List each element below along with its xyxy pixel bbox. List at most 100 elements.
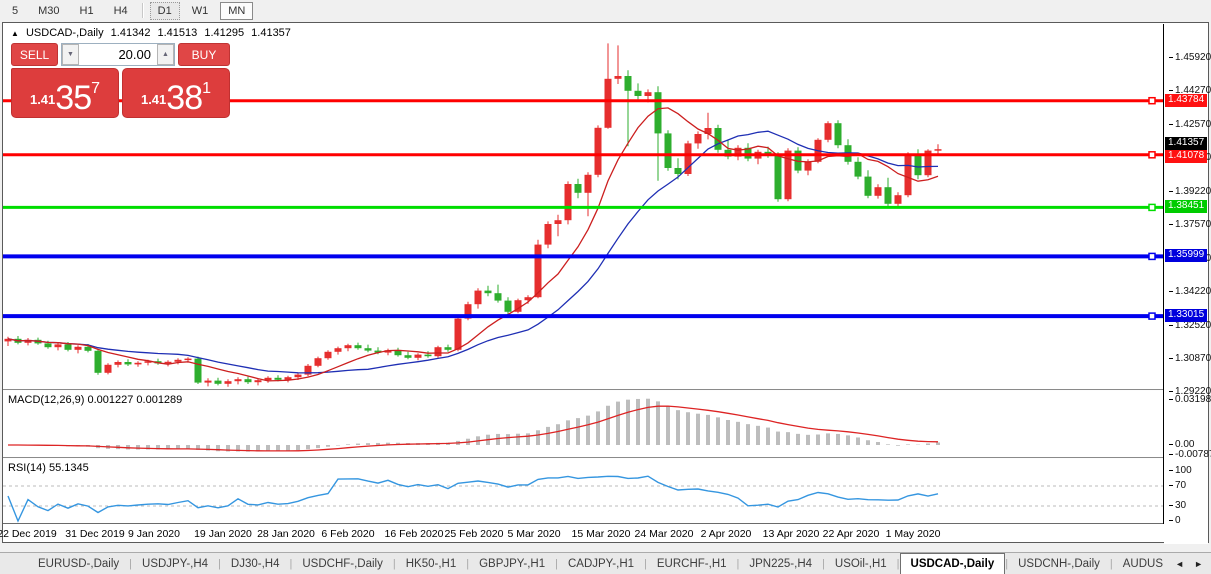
tick-mark — [1169, 505, 1173, 506]
sell-price-box[interactable]: 1.41 35 7 — [11, 68, 119, 118]
chart-tab-eurchf-h1[interactable]: EURCHF-,H1 — [647, 553, 737, 574]
chart-tab-dj30-h4[interactable]: DJ30-,H4 — [221, 553, 290, 574]
rsi-axis-label: 30 — [1169, 500, 1186, 511]
tick-mark — [1169, 224, 1173, 225]
rsi-axis-label: 100 — [1169, 465, 1192, 476]
price-axis-border — [1163, 24, 1164, 524]
symbol-timeframe-label: USDCAD-,Daily — [26, 27, 104, 39]
tick-mark — [1169, 291, 1173, 292]
period-button-h1[interactable]: H1 — [72, 2, 102, 20]
chart-title: ▲ USDCAD-,Daily 1.41342 1.41513 1.41295 … — [11, 27, 295, 39]
chart-tab-usdchf-daily[interactable]: USDCHF-,Daily — [292, 553, 393, 574]
sell-price-pips: 35 — [55, 83, 91, 113]
period-button-m30[interactable]: M30 — [30, 2, 67, 20]
date-tick-label: 6 Feb 2020 — [321, 528, 374, 540]
line-endpoint-handle[interactable] — [1149, 152, 1155, 158]
date-tick-label: 24 Mar 2020 — [635, 528, 694, 540]
ohlc-close: 1.41357 — [251, 27, 291, 39]
rsi-axis-label: 0 — [1169, 515, 1181, 526]
volume-decrease-button[interactable]: ▼ — [62, 44, 79, 65]
price-axis: 1.459201.442701.425701.409201.392201.375… — [1164, 23, 1208, 544]
date-tick-label: 5 Mar 2020 — [507, 528, 560, 540]
one-click-panel-toggle-icon[interactable]: ▲ — [11, 29, 19, 38]
tick-mark — [1169, 90, 1173, 91]
volume-increase-button[interactable]: ▲ — [157, 44, 174, 65]
chart-window: ▲ USDCAD-,Daily 1.41342 1.41513 1.41295 … — [2, 22, 1209, 543]
macd-histogram — [8, 399, 938, 452]
tick-mark — [1169, 391, 1173, 392]
date-tick-label: 9 Jan 2020 — [128, 528, 180, 540]
tick-mark — [1169, 57, 1173, 58]
date-tick-label: 2 Apr 2020 — [701, 528, 752, 540]
date-tick-label: 22 Apr 2020 — [823, 528, 880, 540]
date-tick-label: 28 Jan 2020 — [257, 528, 315, 540]
date-tick-label: 25 Feb 2020 — [445, 528, 504, 540]
line-endpoint-handle[interactable] — [1149, 204, 1155, 210]
volume-input[interactable] — [79, 44, 157, 65]
tab-scroll-left-icon[interactable]: ◄ — [1175, 559, 1184, 569]
price-badge: 1.33015 — [1165, 309, 1207, 322]
rsi-chart-canvas[interactable] — [3, 459, 1163, 523]
price-badge: 1.41078 — [1165, 150, 1207, 163]
macd-indicator-label: MACD(12,26,9) 0.001227 0.001289 — [8, 394, 182, 406]
period-button-h4[interactable]: H4 — [106, 2, 136, 20]
tab-scroll-right-icon[interactable]: ► — [1194, 559, 1203, 569]
tick-mark — [1169, 485, 1173, 486]
tick-mark — [1169, 520, 1173, 521]
sell-button[interactable]: SELL — [11, 43, 58, 66]
period-toolbar: 5M30 H1H4 D1W1MN — [0, 0, 1211, 21]
price-tick-label: 1.39220 — [1169, 186, 1211, 197]
rsi-indicator-label: RSI(14) 55.1345 — [8, 462, 89, 474]
chart-tab-bar: EURUSD-,Daily|USDJPY-,H4|DJ30-,H4|USDCHF… — [0, 552, 1211, 574]
tick-mark — [1169, 399, 1173, 400]
sell-price-prefix: 1.41 — [30, 87, 55, 113]
tick-mark — [1169, 325, 1173, 326]
date-tick-label: 22 Dec 2019 — [0, 528, 57, 540]
tick-mark — [1169, 444, 1173, 445]
chart-tab-gbpjpy-h1[interactable]: GBPJPY-,H1 — [469, 553, 555, 574]
time-axis-line — [3, 523, 1208, 524]
volume-spinner: ▼ ▲ — [61, 43, 175, 66]
rsi-axis-label: 70 — [1169, 480, 1186, 491]
tick-mark — [1169, 191, 1173, 192]
price-badge: 1.41357 — [1165, 137, 1207, 150]
chart-tab-usoil-h1[interactable]: USOil-,H1 — [825, 553, 897, 574]
ohlc-low: 1.41295 — [204, 27, 244, 39]
chart-tab-eurusd-daily[interactable]: EURUSD-,Daily — [28, 553, 129, 574]
price-badge: 1.38451 — [1165, 200, 1207, 213]
buy-price-prefix: 1.41 — [141, 87, 166, 113]
buy-button[interactable]: BUY — [178, 43, 230, 66]
line-endpoint-handle[interactable] — [1149, 313, 1155, 319]
tick-mark — [1169, 358, 1173, 359]
period-button-mn[interactable]: MN — [220, 2, 253, 20]
chart-tab-cadjpy-h1[interactable]: CADJPY-,H1 — [558, 553, 644, 574]
tick-mark — [1169, 470, 1173, 471]
date-tick-label: 15 Mar 2020 — [572, 528, 631, 540]
price-tick-label: 1.37570 — [1169, 219, 1211, 230]
date-tick-label: 16 Feb 2020 — [385, 528, 444, 540]
date-tick-label: 31 Dec 2019 — [65, 528, 125, 540]
line-endpoint-handle[interactable] — [1149, 98, 1155, 104]
chart-tab-usdjpy-h4[interactable]: USDJPY-,H4 — [132, 553, 218, 574]
chart-tab-usdcnh-daily[interactable]: USDCNH-,Daily — [1008, 553, 1110, 574]
buy-price-pips: 38 — [166, 83, 202, 113]
chart-tab-audus[interactable]: AUDUS — [1113, 553, 1167, 574]
price-tick-label: 1.30870 — [1169, 353, 1211, 364]
sell-price-pipette: 7 — [91, 69, 100, 109]
period-button-d1[interactable]: D1 — [150, 2, 180, 20]
price-tick-label: 1.45920 — [1169, 52, 1211, 63]
period-button-5[interactable]: 5 — [4, 2, 26, 20]
time-axis: 22 Dec 201931 Dec 20199 Jan 202019 Jan 2… — [3, 526, 1163, 542]
tick-mark — [1169, 124, 1173, 125]
chart-tab-jpn225-h4[interactable]: JPN225-,H4 — [739, 553, 822, 574]
line-endpoint-handle[interactable] — [1149, 253, 1155, 259]
rsi-line — [8, 476, 938, 521]
tick-mark — [1169, 454, 1173, 455]
price-tick-label: 1.42570 — [1169, 119, 1211, 130]
chart-tab-hk50-h1[interactable]: HK50-,H1 — [396, 553, 467, 574]
chart-tab-usdcad-daily[interactable]: USDCAD-,Daily — [900, 553, 1006, 574]
ohlc-open: 1.41342 — [111, 27, 151, 39]
period-button-w1[interactable]: W1 — [184, 2, 217, 20]
buy-price-box[interactable]: 1.41 38 1 — [122, 68, 230, 118]
date-tick-label: 13 Apr 2020 — [763, 528, 820, 540]
